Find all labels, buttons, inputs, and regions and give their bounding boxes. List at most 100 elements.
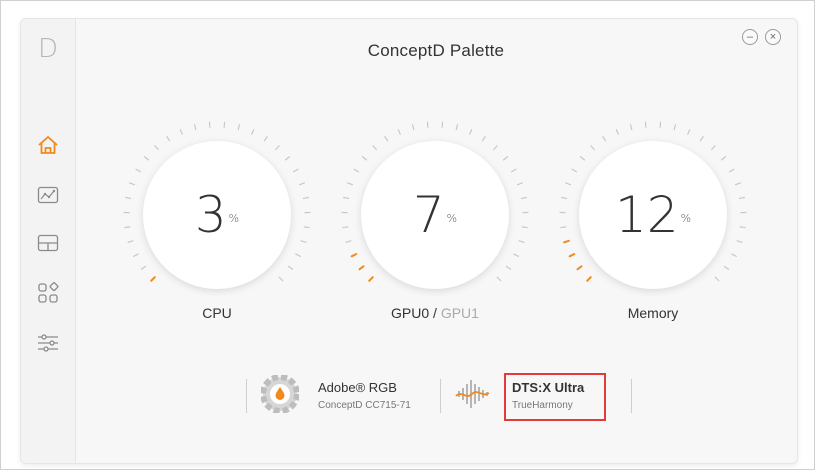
- gauge-tick: [293, 168, 299, 173]
- gauge-tick: [295, 253, 301, 257]
- app-logo: D: [37, 34, 59, 64]
- minimize-button[interactable]: –: [742, 29, 758, 45]
- gauge-tick: [723, 265, 730, 270]
- gauge-tick: [411, 124, 415, 131]
- gpu-gauge: 7%: [335, 115, 535, 315]
- sidebar-item-performance[interactable]: [34, 181, 62, 209]
- gauge-tick: [287, 265, 294, 270]
- gauge-tick: [353, 168, 359, 173]
- gauge-tick: [237, 124, 241, 131]
- gauge-tick: [150, 276, 156, 282]
- app-window: D ConceptD Palette – × 3 % CPU 7 % GPU0 …: [20, 18, 798, 464]
- gauge-tick: [166, 136, 171, 142]
- cpu-value-unit: %: [228, 212, 240, 225]
- gpu1-tab[interactable]: GPU1: [441, 305, 479, 321]
- gauge-tick: [615, 128, 619, 135]
- gauge-tick: [193, 124, 197, 131]
- gauge-tick: [586, 276, 592, 282]
- sidebar-item-layout[interactable]: [34, 229, 62, 257]
- memory-value-unit: %: [680, 212, 692, 225]
- gauge-tick: [576, 265, 583, 271]
- gauge-tick: [602, 136, 607, 142]
- gauge-tick: [481, 136, 486, 142]
- gauge-tick: [735, 182, 741, 186]
- gauge-tick: [493, 145, 498, 151]
- gauge-tick: [720, 156, 727, 161]
- sidebar-item-home[interactable]: [34, 131, 62, 159]
- memory-label: Memory: [627, 305, 679, 321]
- apps-icon: [38, 282, 59, 303]
- gauge-tick: [469, 128, 473, 135]
- gauge-tick: [517, 182, 523, 186]
- gauge-tick: [731, 253, 737, 257]
- sidebar-item-apps[interactable]: [34, 279, 62, 307]
- memory-gauge: 12%: [553, 115, 753, 315]
- color-profile-title: Adobe® RGB: [318, 380, 397, 395]
- gauge-tick: [299, 182, 305, 186]
- gauge-tick: [384, 136, 389, 142]
- graph-icon: [37, 186, 59, 204]
- gauge-tick: [687, 128, 691, 135]
- gauge-tick: [729, 168, 735, 173]
- gauge-tick: [361, 156, 368, 161]
- gauge-tick: [251, 128, 255, 135]
- layout-icon: [37, 234, 59, 252]
- gauge-tick: [511, 168, 517, 173]
- gauge-tick: [143, 156, 150, 161]
- cpu-value-number: 3: [194, 186, 227, 244]
- gpu-value-unit: %: [446, 212, 458, 225]
- sidebar: D: [21, 19, 76, 463]
- gauge-tick: [135, 168, 141, 173]
- gauge-tick: [133, 253, 139, 257]
- gauge-tick: [699, 136, 704, 142]
- gauge-tick: [350, 253, 358, 258]
- divider: [440, 379, 441, 413]
- gauge-tick: [397, 128, 401, 135]
- gauge-tick: [496, 276, 502, 282]
- gauge-tick: [358, 265, 365, 271]
- sidebar-item-settings[interactable]: [34, 329, 62, 357]
- memory-value-number: 12: [614, 186, 679, 244]
- divider: [631, 379, 632, 413]
- gpu0-tab[interactable]: GPU0: [391, 305, 429, 321]
- gauge-tick: [502, 156, 509, 161]
- home-icon: [38, 136, 58, 154]
- gauge-tick: [154, 145, 159, 151]
- cpu-value: 3%: [117, 187, 317, 243]
- gauge-tick: [347, 182, 353, 186]
- divider: [246, 379, 247, 413]
- gauge-tick: [140, 265, 147, 270]
- gauge-tick: [629, 124, 633, 131]
- gauge-tick: [565, 182, 571, 186]
- gpu-value: 7%: [335, 187, 535, 243]
- gauge-tick: [129, 182, 135, 186]
- gauge-tick: [568, 253, 576, 258]
- audio-highlight-box: [504, 373, 606, 421]
- gauge-tick: [275, 145, 280, 151]
- gauge-tick: [505, 265, 512, 270]
- gauge-tick: [673, 124, 677, 131]
- cpu-label: CPU: [202, 305, 232, 321]
- gauge-tick: [590, 145, 595, 151]
- gauge-tick: [278, 276, 284, 282]
- close-button[interactable]: ×: [765, 29, 781, 45]
- color-wheel-icon: [260, 374, 300, 414]
- gpu-separator: /: [429, 305, 441, 321]
- gauge-tick: [455, 124, 459, 131]
- gauge-tick: [179, 128, 183, 135]
- window-title: ConceptD Palette: [367, 41, 505, 60]
- gauge-tick: [284, 156, 291, 161]
- sliders-icon: [38, 334, 58, 352]
- audio-wave-icon: [455, 380, 490, 408]
- gauge-tick: [571, 168, 577, 173]
- gauge-tick: [579, 156, 586, 161]
- gauge-tick: [714, 276, 720, 282]
- audio-item[interactable]: [453, 375, 491, 413]
- gauge-tick: [263, 136, 268, 142]
- cpu-gauge: 3%: [117, 115, 317, 315]
- color-profile-subtitle: ConceptD CC715-71: [318, 400, 411, 411]
- memory-value: 12%: [553, 187, 753, 243]
- color-profile-item[interactable]: [260, 374, 300, 414]
- gauge-tick: [513, 253, 519, 257]
- gpu-value-number: 7: [412, 186, 445, 244]
